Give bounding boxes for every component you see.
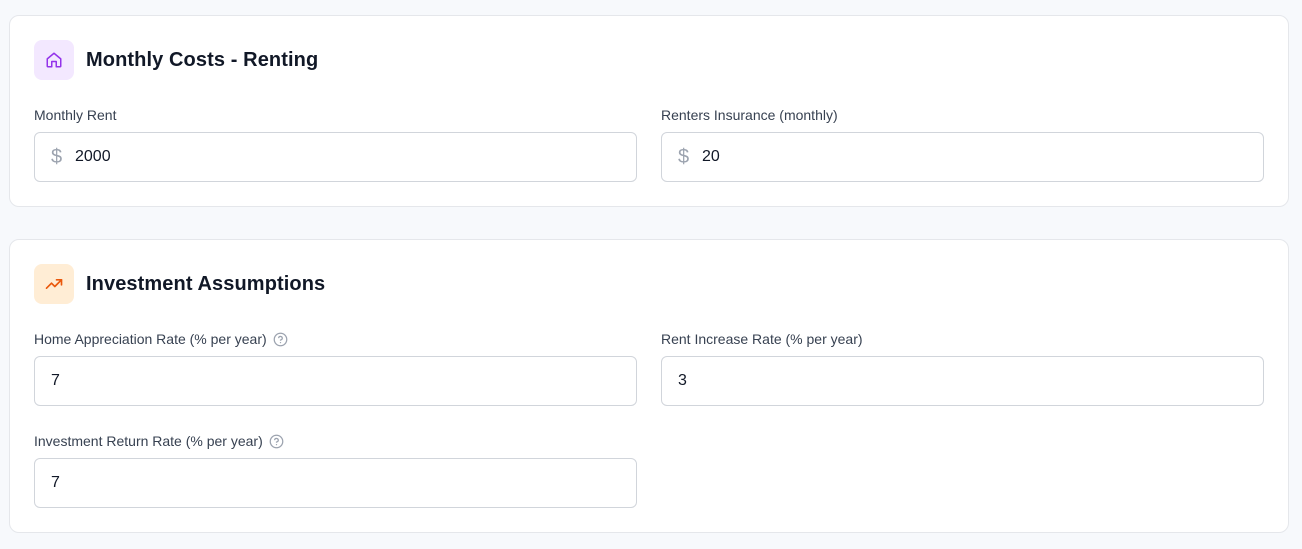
monthly-rent-value[interactable]: 2000 xyxy=(75,148,111,166)
renters-insurance-input[interactable]: $ 20 xyxy=(661,132,1264,182)
home-appreciation-value[interactable]: 7 xyxy=(51,372,60,390)
renters-insurance-field: Renters Insurance (monthly) $ 20 xyxy=(661,106,1264,182)
monthly-rent-label: Monthly Rent xyxy=(34,107,117,123)
dollar-icon: $ xyxy=(678,146,690,168)
investment-return-field: Investment Return Rate (% per year) 7 xyxy=(34,432,637,508)
help-icon[interactable] xyxy=(269,434,284,449)
home-appreciation-input[interactable]: 7 xyxy=(34,356,637,406)
renting-card-header: Monthly Costs - Renting xyxy=(34,40,318,80)
rent-increase-input[interactable]: 3 xyxy=(661,356,1264,406)
dollar-icon: $ xyxy=(51,146,63,168)
home-appreciation-label: Home Appreciation Rate (% per year) xyxy=(34,331,267,347)
renters-insurance-value[interactable]: 20 xyxy=(702,148,720,166)
renting-card-title: Monthly Costs - Renting xyxy=(86,48,319,71)
monthly-rent-input[interactable]: $ 2000 xyxy=(34,132,637,182)
help-icon[interactable] xyxy=(273,332,288,347)
investment-return-label-row: Investment Return Rate (% per year) xyxy=(34,432,637,450)
investment-return-input[interactable]: 7 xyxy=(34,458,637,508)
trending-up-icon xyxy=(34,264,74,304)
home-appreciation-label-row: Home Appreciation Rate (% per year) xyxy=(34,330,637,348)
investment-card-title: Investment Assumptions xyxy=(86,272,326,295)
investment-card-header: Investment Assumptions xyxy=(34,264,325,304)
investment-return-value[interactable]: 7 xyxy=(51,474,60,492)
rent-increase-field: Rent Increase Rate (% per year) 3 xyxy=(661,330,1264,406)
monthly-rent-field: Monthly Rent $ 2000 xyxy=(34,106,637,182)
home-appreciation-field: Home Appreciation Rate (% per year) 7 xyxy=(34,330,637,406)
rent-increase-value[interactable]: 3 xyxy=(678,372,687,390)
home-icon xyxy=(34,40,74,80)
investment-assumptions-card: Investment Assumptions Home Appreciation… xyxy=(9,239,1289,533)
renting-costs-card: Monthly Costs - Renting Monthly Rent $ 2… xyxy=(9,15,1289,207)
investment-return-label: Investment Return Rate (% per year) xyxy=(34,433,263,449)
renters-insurance-label: Renters Insurance (monthly) xyxy=(661,107,838,123)
rent-increase-label: Rent Increase Rate (% per year) xyxy=(661,331,863,347)
